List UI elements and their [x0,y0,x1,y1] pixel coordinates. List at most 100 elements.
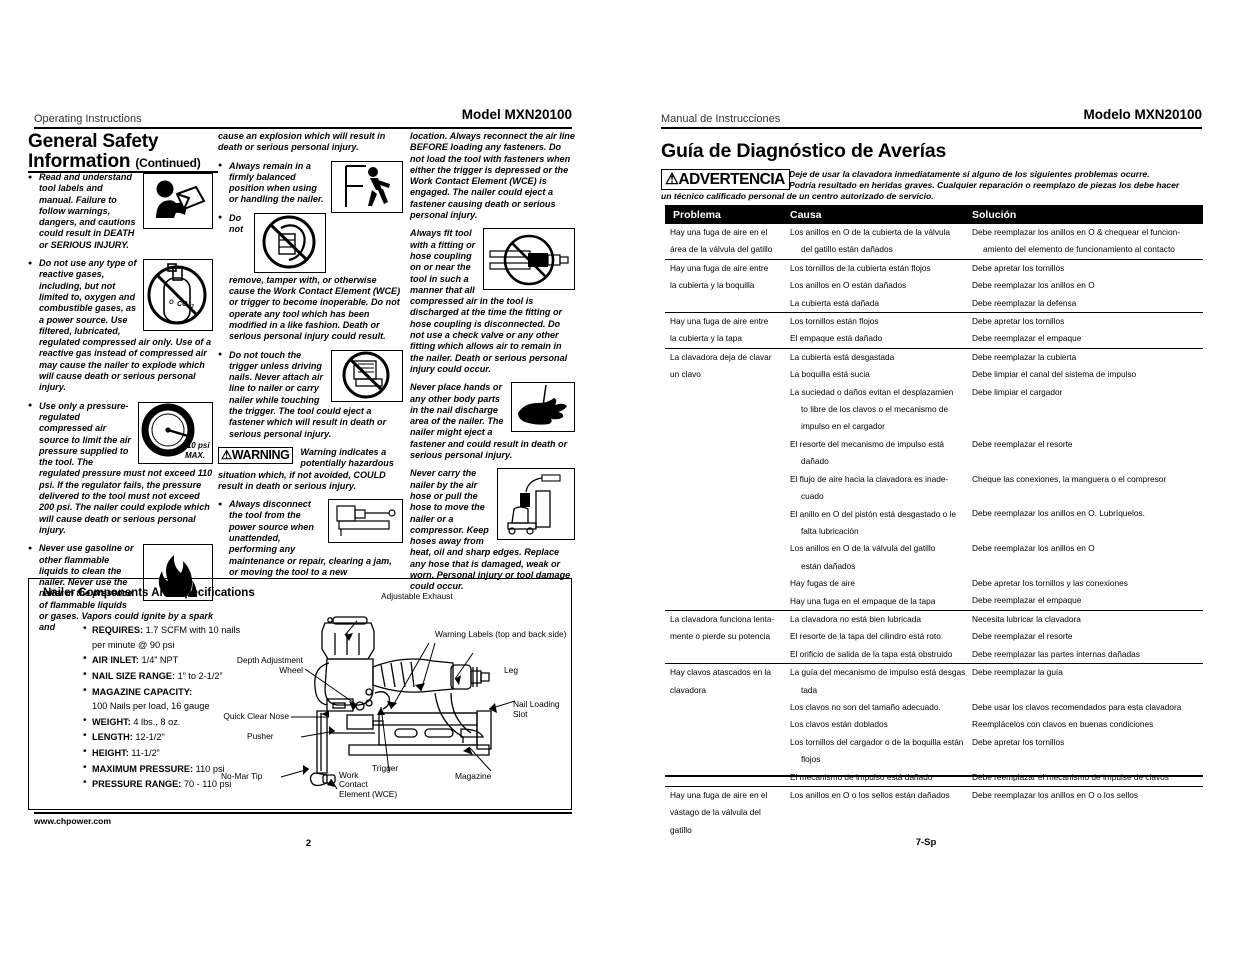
column-header-causa: Causa [790,208,822,221]
table-row: La clavadora deja de clavar un clavo La cu… [665,349,1203,611]
cell-line: La cubierta está desgastada [790,351,895,362]
spec-box-title: Nailer Components And Specifications [43,587,255,599]
cell-spacer [972,488,1201,505]
cell-line: del gatillo están dañados [801,244,893,255]
cell-line: dañado [801,456,829,467]
cell-line: flojos [801,754,821,765]
cell-line: Debe reemplazar el resorte [972,631,1073,642]
cell-line: El flujo de aire hacia la clavadora es i… [790,473,949,484]
cell-solucion: Debe reemplazar la cubierta Debe limpiar … [972,349,1203,610]
cell-line: Los anillos en O o los sellos están daña… [790,790,950,800]
safety-text-9: location. Always reconnect the air line … [410,131,575,221]
cell-line: Necesita lubricar la clavadora [972,613,1081,624]
cell-line: La clavadora funciona lenta- [670,613,775,624]
cell-causa: La guía del mecanismo de impulso está de… [790,664,972,786]
label-magazine: Magazine [455,771,492,781]
cell-line: La boquilla está sucia [790,369,870,380]
cell-line: vástago de la válvula del [670,807,761,818]
troubleshooting-table: Problema Causa Solución Hay una fuga de … [665,205,1203,839]
table-header-row: Problema Causa Solución [665,205,1203,224]
spec-label: MAGAZINE CAPACITY: [92,686,193,697]
cell-line: Reemplácelos con clavos en buenas condic… [972,719,1154,730]
cell-problema: La clavadora deja de clavar un clavo [665,349,790,610]
cell-line: Hay una fuga en el empaque de la tapa [790,595,936,606]
cell-line: tada [801,684,818,695]
cell-line: Los anillos en O de la válvula del gatil… [790,543,936,554]
cell-solucion: Necesita lubricar la clavadora Debe reemp… [972,611,1203,663]
cell-spacer [972,453,1201,470]
cell-line: Debe reemplazar los anillos en O o los s… [972,790,1139,800]
spec-value: 11-1/2” [131,747,160,758]
disconnect-tool-icon [328,499,403,544]
column-header-problema: Problema [673,208,721,221]
cell-line: Debe apretar los tornillos [972,262,1065,273]
table-row: Hay una fuga de aire en el área de la vál… [665,224,1203,260]
cell-line: El empaque está dañado [790,333,883,344]
cell-solucion: Debe reemplazar los anillos en O & chequ… [972,224,1203,259]
cell-line: Los clavos no son del tamaño adecuado. [790,701,941,712]
cell-line: Hay una fuga de aire entre [670,262,769,273]
cell-solucion: Debe apretar los tornillos Debe reemplaza… [972,260,1203,312]
cell-line: Debe reemplazar el empaque [972,595,1082,606]
cell-problema: Hay una fuga de aire entre la cubierta y … [665,260,790,312]
left-header-label: Operating Instructions [34,113,142,125]
label-no-mar-tip: No-Mar Tip [221,771,263,781]
cell-spacer [972,558,1201,575]
no-carry-by-hose-icon [497,468,575,541]
cell-line: están dañados [801,560,856,571]
warning-definition-block: ⚠WARNING Warning indicates a potentially… [218,446,403,492]
cell-line: cuado [801,491,824,502]
safety-bullet-read-manual: Read and understand tool labels and manu… [28,171,213,251]
cell-problema: Hay clavos atascados en la clavadora [665,664,790,786]
safety-bullet-balanced-position: Always remain in a firmly balanced posit… [218,160,403,213]
spec-label: WEIGHT: [92,716,131,727]
cell-problema: Hay una fuga de aire entre la cubierta y … [665,313,790,348]
read-manual-icon [143,173,213,229]
cell-line: mente o pierde su potencia [670,631,771,642]
cell-line: Los tornillos de la cubierta están flojo… [790,262,931,273]
cell-problema: Hay una fuga de aire en el área de la vál… [665,224,790,259]
cell-line: Hay clavos atascados en la [670,667,772,678]
nailer-diagram: Adjustable Exhaust Warning Labels (top a… [221,591,567,803]
cell-line: La guía del mecanismo de impulso está de… [790,667,966,678]
table-row: Hay una fuga de aire entre la cubierta y … [665,260,1203,314]
cell-line: La clavadora no está bien lubricada [790,613,921,624]
spec-value: 4 lbs., 8 oz. [133,716,181,727]
cell-line: Hay fugas de aire [790,578,856,589]
safety-bullet-disconnect-tool: Always disconnect the tool from the powe… [218,499,403,578]
safety-bullet-reactive-gases: O CO 2 Do not use any type of reactive g… [28,258,213,394]
safety-text-11-block: Never place hands or any other body part… [410,382,575,461]
advertencia-line-3: un técnico calificado personal de un cen… [661,191,934,201]
cell-line: El mecanismo de impulso está dañado [790,771,933,782]
cell-line: Debe reemplazar la cubierta [972,351,1077,362]
safety-column-2: cause an explosion which will result in … [218,131,403,585]
advertencia-line-2: Podría resultado en heridas graves. Cual… [789,180,1180,191]
svg-text:MAX.: MAX. [185,451,205,460]
cell-causa: Los tornillos de la cubierta están flojo… [790,260,972,312]
spec-label: MAXIMUM PRESSURE: [92,763,194,774]
column-header-solucion: Solución [972,208,1017,221]
cell-solucion: Debe reemplazar la guía Debe usar los cl… [972,664,1203,786]
cell-solucion: Debe apretar los tornillos Debe reemplaza… [972,313,1203,348]
cell-line: falta lubricación [801,525,859,536]
cell-spacer [972,418,1201,435]
safety-column-1: Read and understand tool labels and manu… [28,171,213,641]
safety-text-10-block: Always fit tool with a fitting or hose c… [410,228,575,375]
cell-line: El resorte del mecanismo de impulso está [790,438,945,449]
label-quick-clear-nose: Quick Clear Nose [223,711,289,721]
advertencia-row: ⚠ADVERTENCIA Deje de usar la clavadora i… [661,169,1202,190]
cell-line: Debe usar los clavos recomendados para e… [972,701,1182,712]
spec-value: 1/4” NPT [141,655,179,666]
table-body: Hay una fuga de aire en el área de la vál… [665,224,1203,839]
cell-line: Hay una fuga de aire entre [670,316,769,327]
cell-line: Debe reemplazar los anillos en O & chequ… [972,227,1180,237]
cell-line: Debe reemplazar el resorte [972,438,1073,449]
cell-line: la cubierta y la tapa [670,333,742,344]
table-row: Hay una fuga de aire en el vástago de la … [665,787,1203,839]
left-page: Operating Instructions Model MXN20100 Ge… [0,0,617,954]
general-safety-continued: (Continued) [135,156,201,170]
cell-line: Debe reemplazar la guía [972,667,1063,678]
cell-line: Debe reemplazar la defensa [972,297,1077,308]
cell-line: El anillo en O del pistón está desgastad… [790,508,957,519]
right-page-header: Manual de Instrucciones Modelo MXN20100 [661,107,1202,127]
